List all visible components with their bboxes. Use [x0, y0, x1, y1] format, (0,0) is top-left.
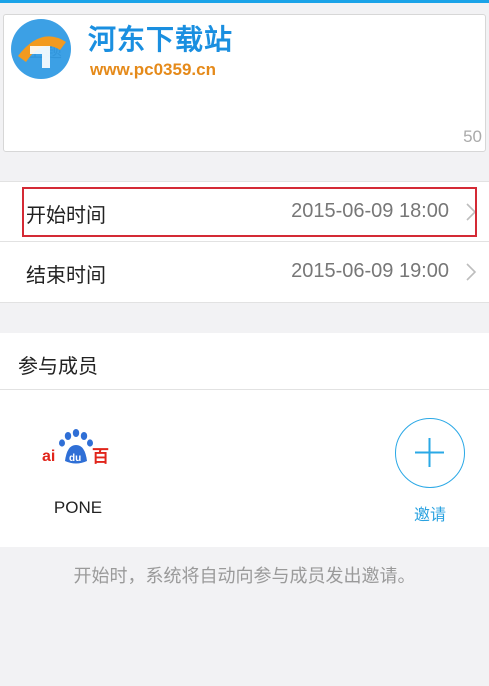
members-title: 参与成员	[18, 354, 98, 378]
svg-text:du: du	[69, 453, 81, 464]
chevron-right-icon	[466, 263, 477, 281]
member-item[interactable]: du ai 百 PONE	[38, 428, 118, 523]
member-name: PONE	[53, 498, 103, 517]
top-accent-bar	[0, 0, 489, 3]
invite-button[interactable]: 邀请	[394, 418, 466, 524]
watermark-url: www.pc0359.cn	[90, 60, 216, 79]
end-time-value: 2015-06-09 19:00	[291, 260, 449, 282]
svg-text:ai: ai	[42, 448, 55, 465]
char-count: 50	[463, 127, 482, 146]
watermark: 河东下载站 www.pc0359.cn	[8, 16, 268, 86]
invite-circle[interactable]	[395, 418, 465, 488]
members-header: 参与成员	[0, 333, 489, 390]
watermark-title: 河东下载站	[88, 23, 234, 56]
end-time-label: 结束时间	[26, 263, 106, 287]
invite-label: 邀请	[413, 505, 446, 524]
invite-hint-text: 开始时，系统将自动向参与成员发出邀请。	[73, 566, 416, 587]
plus-icon	[415, 438, 444, 467]
members-section: 参与成员 du ai 百 PONE 邀请	[0, 333, 489, 547]
end-time-row[interactable]: 结束时间 2015-06-09 19:00	[0, 242, 489, 303]
start-time-highlight-box	[22, 187, 477, 237]
svg-text:百: 百	[92, 447, 109, 467]
baidu-logo-icon: du ai 百	[42, 429, 109, 467]
watermark-logo-icon	[11, 19, 71, 79]
